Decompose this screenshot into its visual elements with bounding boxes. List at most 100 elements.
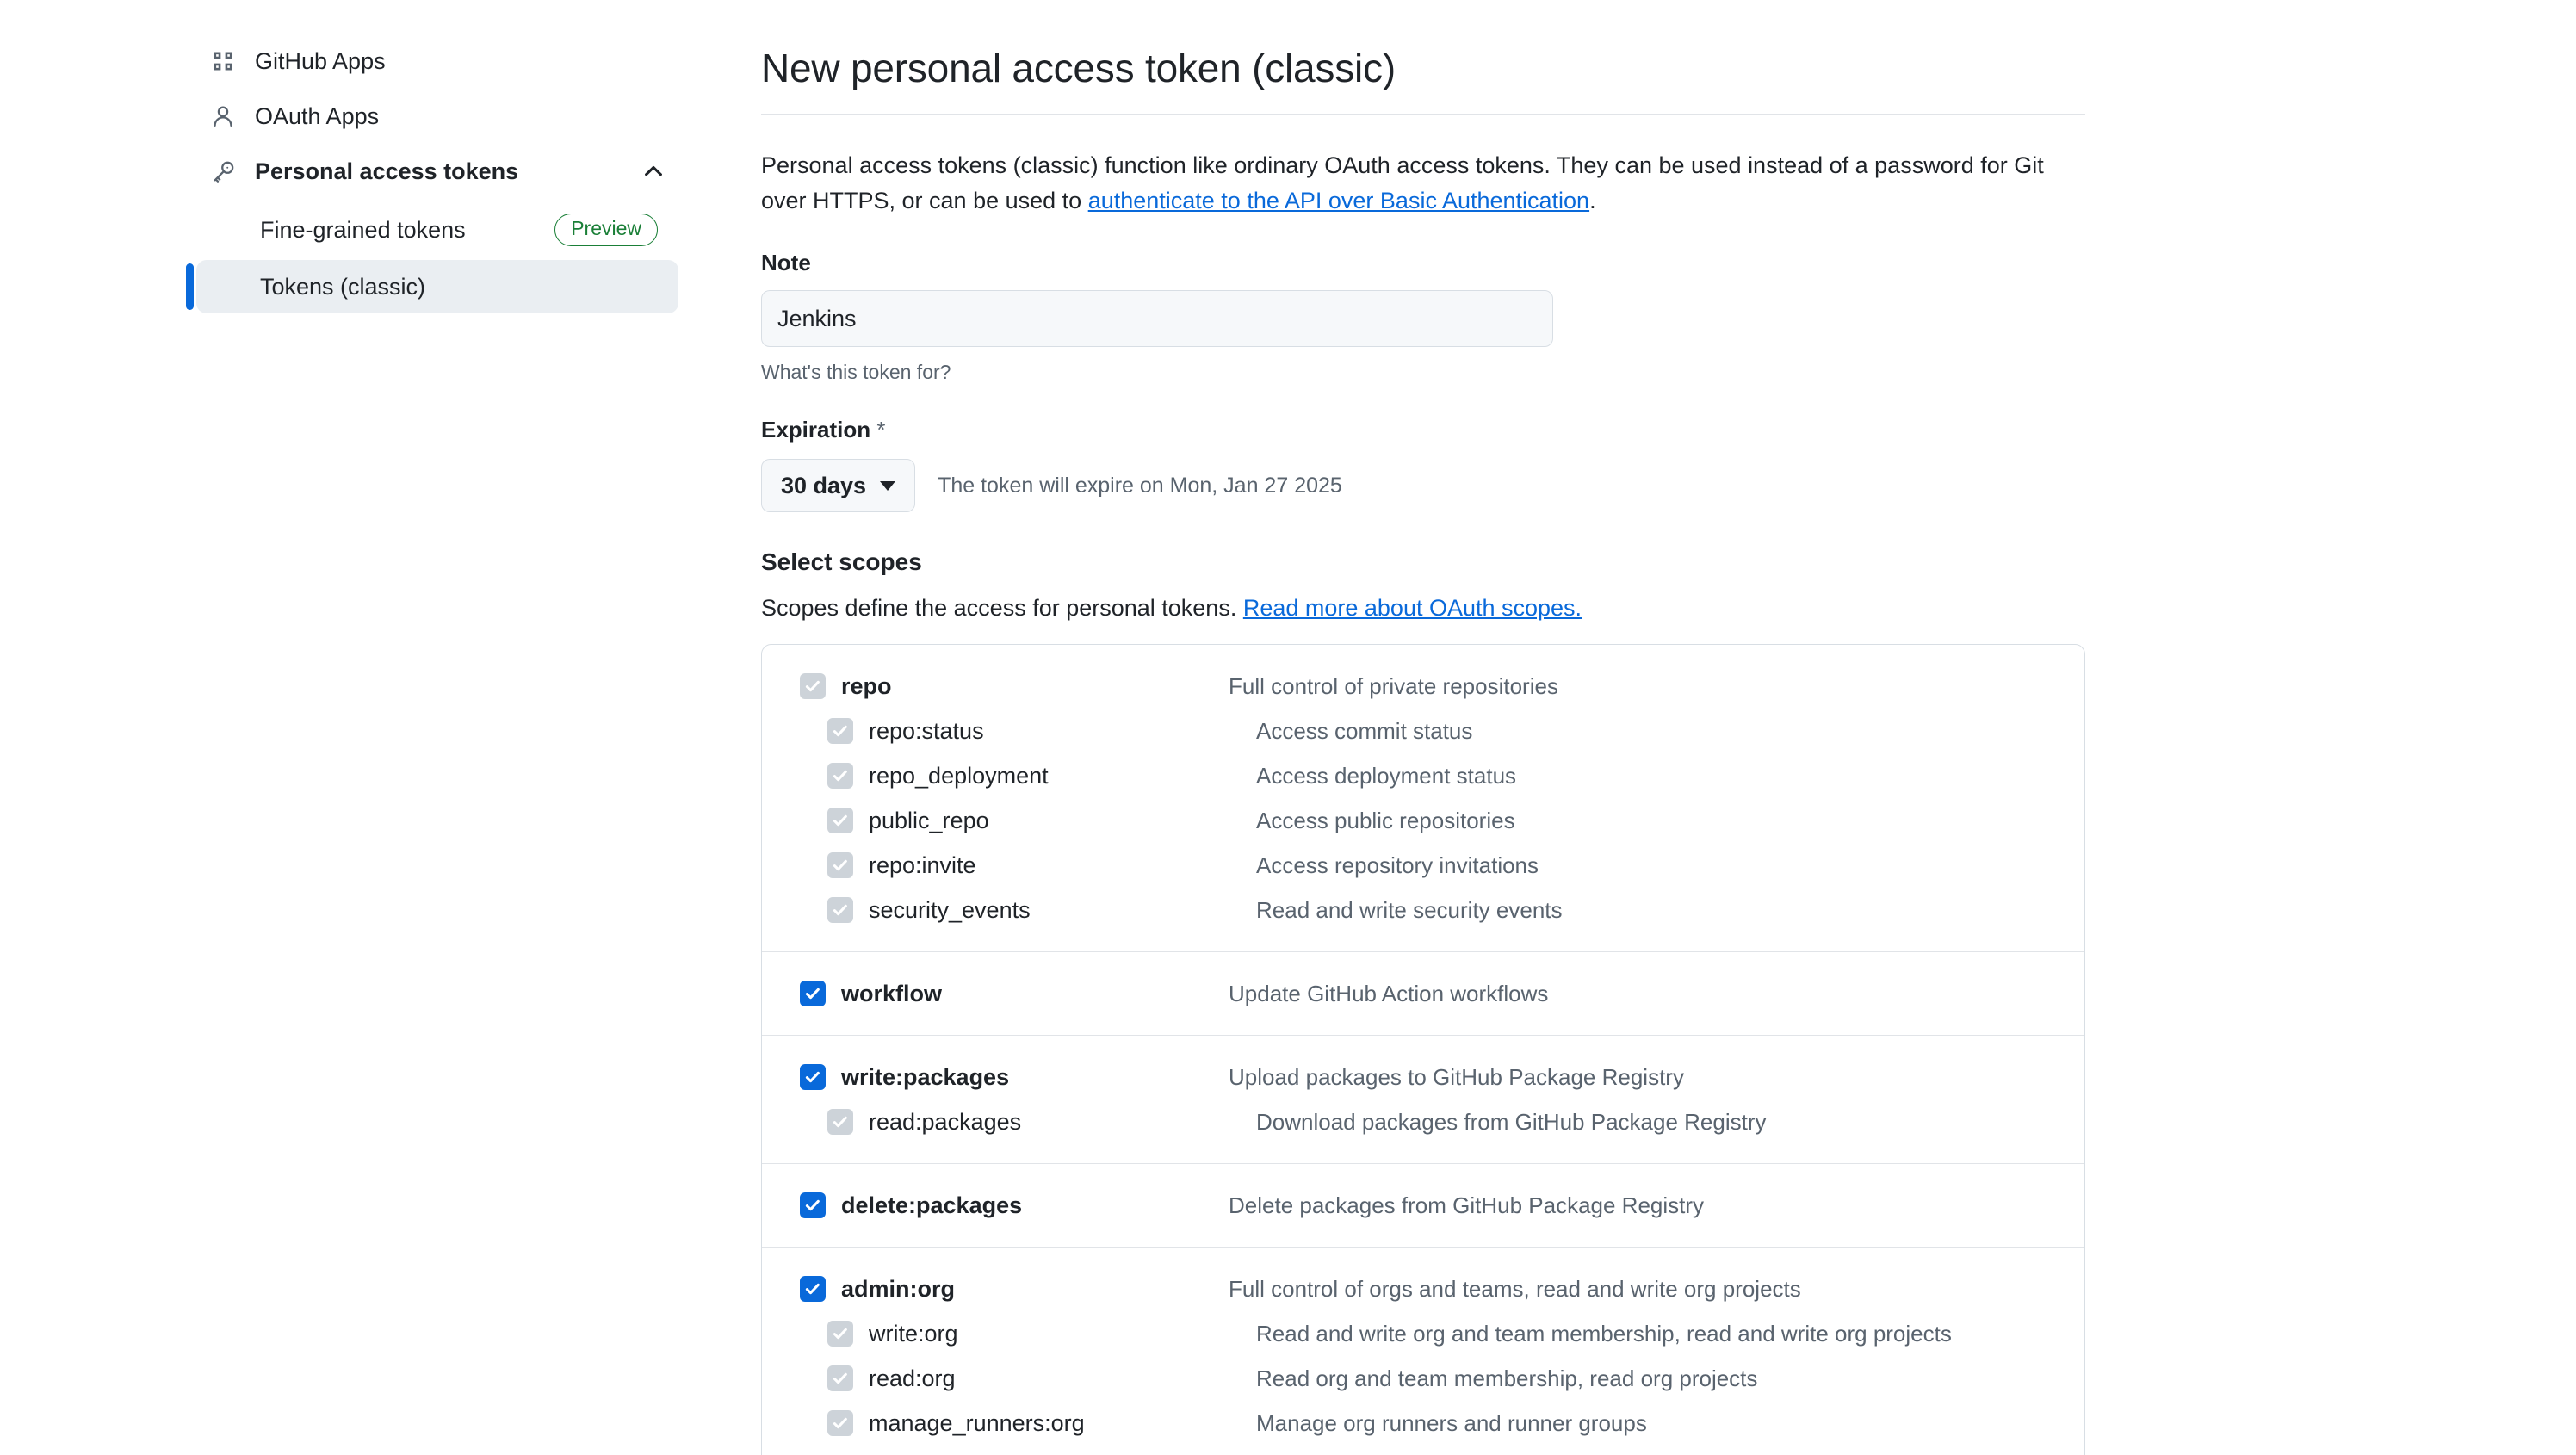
scope-description: Download packages from GitHub Package Re… — [1256, 1109, 1767, 1136]
scope-description: Upload packages to GitHub Package Regist… — [1229, 1064, 1684, 1091]
scope-name: public_repo — [869, 808, 1256, 834]
scope-row[interactable]: public_repoAccess public repositories — [762, 798, 2084, 843]
scope-row[interactable]: repoFull control of private repositories — [762, 664, 2084, 709]
scope-checkbox — [827, 1410, 853, 1436]
note-field-group: Note What's this token for? — [761, 250, 2085, 384]
scope-group: repoFull control of private repositories… — [762, 645, 2084, 951]
select-scopes-heading: Select scopes — [761, 548, 2085, 576]
scope-checkbox-wrap — [762, 808, 853, 833]
scope-description: Full control of orgs and teams, read and… — [1229, 1276, 1801, 1303]
sidebar-item-github-apps[interactable]: GitHub Apps — [196, 41, 678, 81]
scope-name: admin:org — [841, 1276, 1229, 1303]
scope-checkbox-wrap — [762, 1365, 853, 1391]
scope-description: Read and write security events — [1256, 897, 1563, 924]
scope-name: repo:status — [869, 718, 1256, 745]
scope-row[interactable]: write:orgRead and write org and team mem… — [762, 1311, 2084, 1356]
scope-group: write:packagesUpload packages to GitHub … — [762, 1035, 2084, 1163]
scope-description: Read org and team membership, read org p… — [1256, 1365, 1757, 1392]
scope-description: Read and write org and team membership, … — [1256, 1321, 1952, 1347]
note-help-text: What's this token for? — [761, 361, 2085, 384]
scope-name: manage_runners:org — [869, 1410, 1256, 1437]
scope-description: Delete packages from GitHub Package Regi… — [1229, 1192, 1704, 1219]
expiration-note: The token will expire on Mon, Jan 27 202… — [938, 474, 1342, 498]
required-asterisk: * — [876, 417, 885, 443]
scope-checkbox[interactable] — [800, 981, 826, 1006]
scope-checkbox-wrap — [762, 1192, 826, 1218]
chevron-down-icon — [880, 481, 895, 491]
oauth-scopes-link[interactable]: Read more about OAuth scopes. — [1243, 595, 1582, 621]
scope-row[interactable]: repo:statusAccess commit status — [762, 709, 2084, 753]
expiration-label-text: Expiration — [761, 417, 870, 443]
scope-description: Access public repositories — [1256, 808, 1515, 834]
scope-row[interactable]: delete:packagesDelete packages from GitH… — [762, 1183, 2084, 1228]
scope-checkbox — [827, 897, 853, 923]
expiration-field-group: Expiration * 30 days The token will expi… — [761, 417, 2085, 512]
basic-auth-link[interactable]: authenticate to the API over Basic Authe… — [1088, 188, 1589, 214]
scope-row[interactable]: manage_runners:orgManage org runners and… — [762, 1401, 2084, 1446]
expiration-select[interactable]: 30 days — [761, 459, 915, 512]
scope-checkbox[interactable] — [800, 1276, 826, 1302]
scope-checkbox-wrap — [762, 763, 853, 789]
scope-checkbox — [827, 1109, 853, 1135]
sidebar-subitem-label: Fine-grained tokens — [260, 217, 554, 244]
intro-text-after: . — [1589, 188, 1596, 214]
scope-checkbox-wrap — [762, 981, 826, 1006]
scope-description: Full control of private repositories — [1229, 673, 1558, 700]
scope-row[interactable]: read:packagesDownload packages from GitH… — [762, 1099, 2084, 1144]
expiration-selected-value: 30 days — [781, 473, 866, 499]
scope-name: delete:packages — [841, 1192, 1229, 1219]
scope-description: Access deployment status — [1256, 763, 1516, 789]
scope-row[interactable]: workflowUpdate GitHub Action workflows — [762, 971, 2084, 1016]
scope-checkbox-wrap — [762, 673, 826, 699]
preview-badge: Preview — [554, 214, 658, 245]
scope-row[interactable]: repo_deploymentAccess deployment status — [762, 753, 2084, 798]
scope-checkbox-wrap — [762, 1321, 853, 1347]
scope-row[interactable]: write:packagesUpload packages to GitHub … — [762, 1055, 2084, 1099]
scope-checkbox — [827, 852, 853, 878]
page-root: GitHub Apps OAuth Apps Personal access t… — [0, 0, 2576, 1455]
scope-checkbox — [827, 718, 853, 744]
scope-checkbox — [800, 673, 826, 699]
expiration-label: Expiration * — [761, 417, 2085, 443]
scopes-description-text: Scopes define the access for personal to… — [761, 595, 1243, 621]
intro-paragraph: Personal access tokens (classic) functio… — [761, 148, 2085, 219]
personal-access-tokens-subnav: Fine-grained tokens Preview Tokens (clas… — [196, 203, 678, 313]
scope-checkbox-wrap — [762, 897, 853, 923]
scope-row[interactable]: admin:orgFull control of orgs and teams,… — [762, 1266, 2084, 1311]
settings-sidebar: GitHub Apps OAuth Apps Personal access t… — [196, 41, 678, 317]
chevron-up-icon[interactable] — [641, 158, 666, 184]
sidebar-item-label: Personal access tokens — [255, 158, 641, 185]
sidebar-subitem-label: Tokens (classic) — [260, 274, 658, 300]
scope-row[interactable]: repo:inviteAccess repository invitations — [762, 843, 2084, 888]
title-divider — [761, 114, 2085, 115]
scope-group: admin:orgFull control of orgs and teams,… — [762, 1247, 2084, 1455]
scopes-description: Scopes define the access for personal to… — [761, 595, 2085, 622]
scope-name: repo:invite — [869, 852, 1256, 879]
scope-description: Manage org runners and runner groups — [1256, 1410, 1647, 1437]
scope-row[interactable]: read:orgRead org and team membership, re… — [762, 1356, 2084, 1401]
scope-description: Access repository invitations — [1256, 852, 1539, 879]
scope-checkbox-wrap — [762, 1109, 853, 1135]
sidebar-item-tokens-classic[interactable]: Tokens (classic) — [196, 260, 678, 313]
scope-row[interactable]: security_eventsRead and write security e… — [762, 888, 2084, 932]
scope-checkbox-wrap — [762, 852, 853, 878]
sidebar-item-fine-grained-tokens[interactable]: Fine-grained tokens Preview — [196, 203, 678, 257]
scope-checkbox — [827, 1365, 853, 1391]
sidebar-item-personal-access-tokens[interactable]: Personal access tokens — [196, 152, 678, 191]
scope-checkbox-wrap — [762, 1410, 853, 1436]
main-content: New personal access token (classic) Pers… — [761, 45, 2085, 1455]
scope-name: read:packages — [869, 1109, 1256, 1136]
scope-name: repo_deployment — [869, 763, 1256, 789]
scope-checkbox-wrap — [762, 1064, 826, 1090]
scope-name: workflow — [841, 981, 1229, 1007]
note-input[interactable] — [761, 290, 1553, 347]
scope-name: write:org — [869, 1321, 1256, 1347]
key-icon — [208, 157, 238, 186]
scope-checkbox[interactable] — [800, 1192, 826, 1218]
scope-checkbox[interactable] — [800, 1064, 826, 1090]
scope-group: workflowUpdate GitHub Action workflows — [762, 951, 2084, 1035]
sidebar-item-oauth-apps[interactable]: OAuth Apps — [196, 96, 678, 136]
scope-group: delete:packagesDelete packages from GitH… — [762, 1163, 2084, 1247]
scope-checkbox — [827, 763, 853, 789]
scope-checkbox — [827, 1321, 853, 1347]
